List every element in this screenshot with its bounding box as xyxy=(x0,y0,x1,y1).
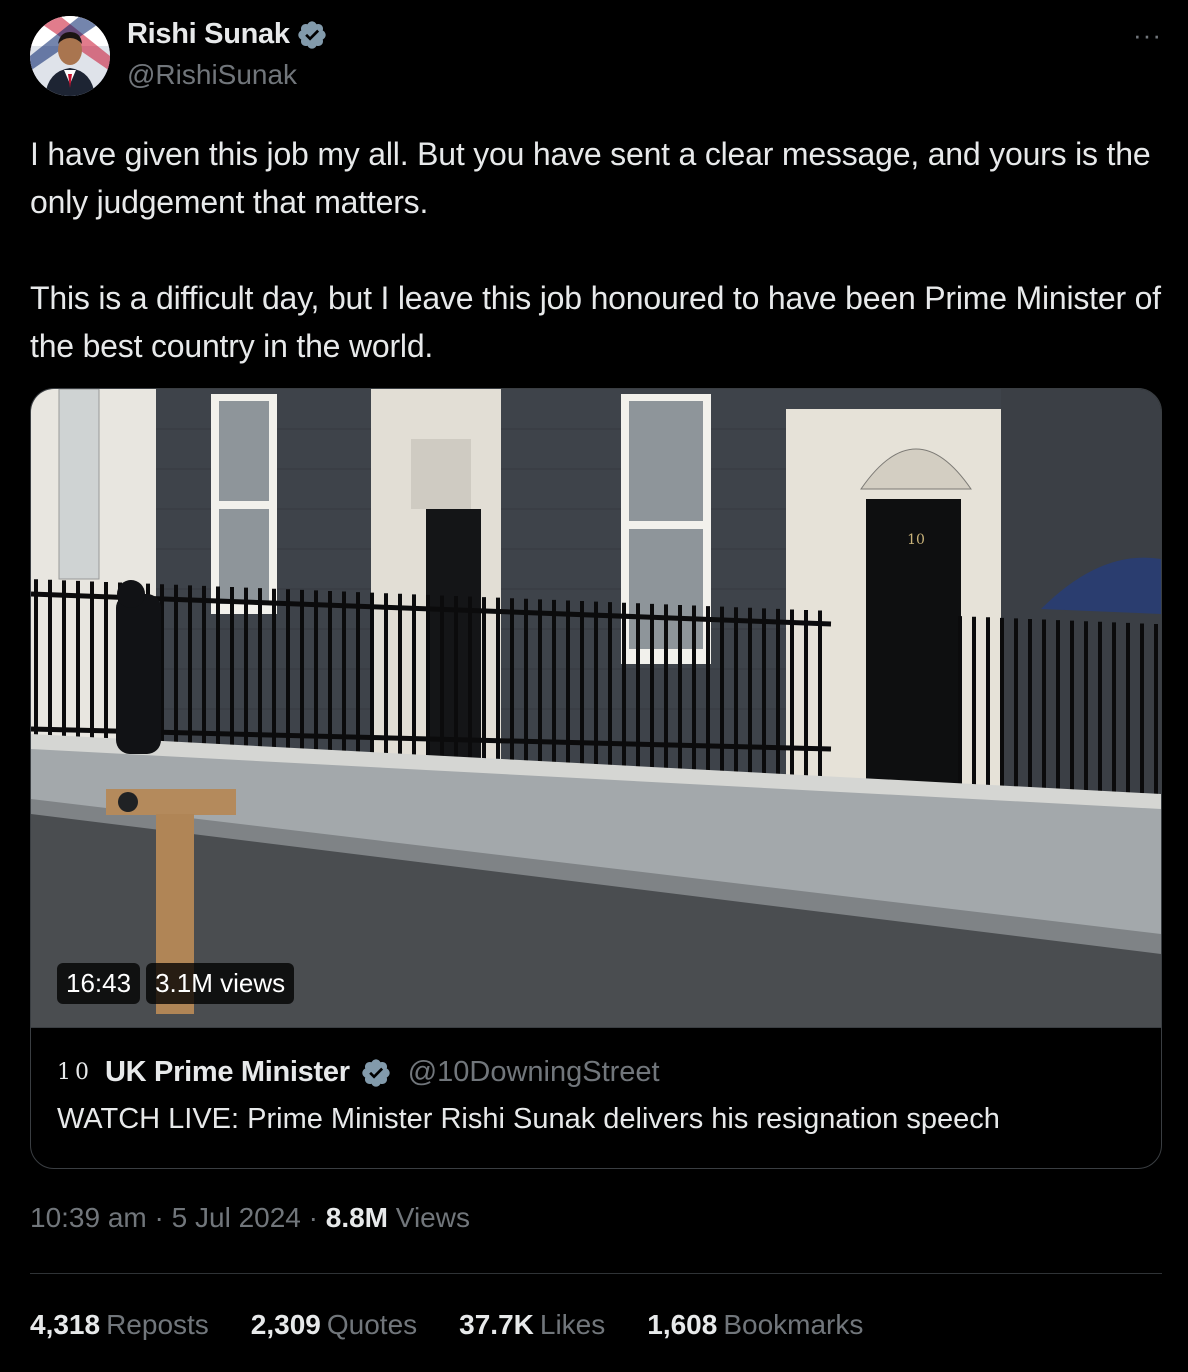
display-name-text: Rishi Sunak xyxy=(127,18,290,50)
video-player[interactable]: 10 16:43 3.1M views xyxy=(31,389,1161,1028)
stat-likes[interactable]: 37.7K Likes xyxy=(459,1309,605,1341)
downing-street-logo-icon[interactable]: 10 xyxy=(57,1060,93,1085)
verified-badge-icon[interactable] xyxy=(360,1057,392,1089)
author-display-name[interactable]: Rishi Sunak xyxy=(127,18,328,51)
quoted-tweet-header: 10 UK Prime Minister @10DowningStreet xyxy=(57,1056,1135,1089)
verified-badge-icon[interactable] xyxy=(296,19,328,51)
video-meta: 16:43 3.1M views xyxy=(57,963,295,1004)
views-label: Views xyxy=(395,1202,470,1233)
author-handle[interactable]: @RishiSunak xyxy=(127,59,328,91)
stat-quotes[interactable]: 2,309 Quotes xyxy=(251,1309,417,1341)
video-thumbnail: 10 xyxy=(31,389,1161,1027)
avatar-image xyxy=(30,16,110,96)
stat-count: 37.7K xyxy=(459,1309,534,1340)
tweet-date[interactable]: 5 Jul 2024 xyxy=(172,1202,301,1233)
tweet-text: I have given this job my all. But you ha… xyxy=(30,130,1162,370)
stat-count: 1,608 xyxy=(647,1309,718,1340)
quoted-author-handle[interactable]: @10DowningStreet xyxy=(408,1056,660,1089)
stat-count: 4,318 xyxy=(30,1309,101,1340)
stat-label: Bookmarks xyxy=(723,1309,864,1340)
door-number: 10 xyxy=(907,532,925,548)
tweet: Rishi Sunak @RishiSunak ··· I have given… xyxy=(30,16,1162,370)
quoted-tweet-text: WATCH LIVE: Prime Minister Rishi Sunak d… xyxy=(57,1103,1000,1135)
tweet-meta: 10:39 am · 5 Jul 2024 · 8.8M Views xyxy=(30,1202,470,1234)
stat-bookmarks[interactable]: 1,608 Bookmarks xyxy=(647,1309,863,1341)
quoted-author-name[interactable]: UK Prime Minister xyxy=(105,1056,350,1089)
author-names: Rishi Sunak @RishiSunak xyxy=(127,18,328,91)
tweet-header: Rishi Sunak @RishiSunak ··· xyxy=(30,16,1162,96)
tweet-paragraph: This is a difficult day, but I leave thi… xyxy=(30,280,1161,364)
divider xyxy=(30,1273,1162,1274)
stat-label: Likes xyxy=(539,1309,606,1340)
quoted-tweet[interactable]: 10 UK Prime Minister @10DowningStreet WA… xyxy=(31,1028,1161,1136)
tweet-time[interactable]: 10:39 am xyxy=(30,1202,147,1233)
more-options-icon[interactable]: ··· xyxy=(1133,20,1162,51)
quoted-video-card[interactable]: 10 16:43 3.1M views 10 UK Prime Minister… xyxy=(30,388,1162,1169)
video-duration: 16:43 xyxy=(57,963,141,1004)
meta-separator: · xyxy=(154,1202,164,1233)
video-views: 3.1M views xyxy=(146,963,295,1004)
avatar[interactable] xyxy=(30,16,110,96)
engagement-stats: 4,318 Reposts 2,309 Quotes 37.7K Likes 1,60… xyxy=(30,1309,863,1341)
stat-reposts[interactable]: 4,318 Reposts xyxy=(30,1309,209,1341)
stat-count: 2,309 xyxy=(250,1309,321,1340)
stat-label: Reposts xyxy=(106,1309,209,1340)
meta-separator: · xyxy=(308,1202,318,1233)
tweet-paragraph: I have given this job my all. But you ha… xyxy=(30,136,1151,220)
views-count: 8.8M xyxy=(325,1202,388,1233)
stat-label: Quotes xyxy=(326,1309,418,1340)
